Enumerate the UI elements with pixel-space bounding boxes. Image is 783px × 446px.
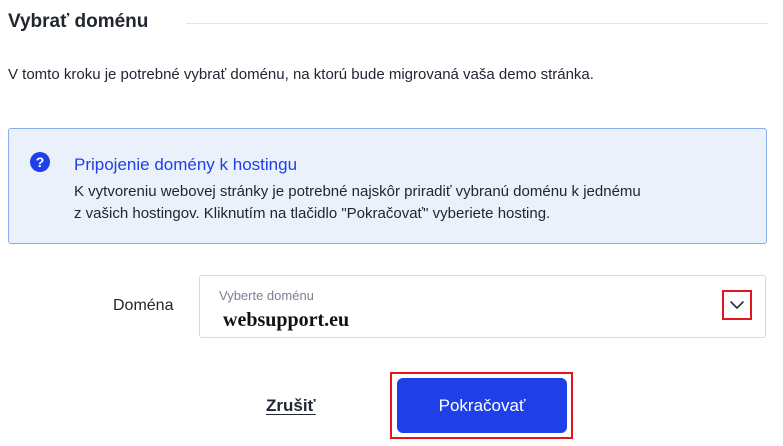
section-heading: Vybrať doménu [8,8,768,36]
info-body-line: K vytvoreniu webovej stránky je potrebné… [74,183,641,200]
info-box: ? Pripojenie domény k hostingu K vytvore… [8,128,767,244]
heading-divider [186,22,768,24]
continue-button[interactable]: Pokračovať [397,378,567,433]
domain-select-placeholder: Vyberte doménu [219,288,314,303]
cancel-button[interactable]: Zrušiť [266,396,316,416]
help-icon: ? [30,152,50,172]
question-mark-glyph: ? [36,154,45,170]
info-body: K vytvoreniu webovej stránky je potrebné… [74,181,754,225]
domain-label: Doména [113,297,174,314]
domain-selection-step: Vybrať doménu V tomto kroku je potrebné … [0,0,783,446]
chevron-down-icon [730,301,744,309]
page-title: Vybrať doménu [8,11,149,32]
info-title: Pripojenie domény k hostingu [74,155,298,174]
step-description: V tomto kroku je potrebné vybrať doménu,… [8,66,594,83]
domain-select-value: websupport.eu [223,309,350,331]
domain-select[interactable]: Vyberte doménu websupport.eu [199,275,766,338]
info-body-line: z vašich hostingov. Kliknutím na tlačidl… [74,205,551,222]
domain-select-toggle[interactable] [722,290,752,320]
svg-text:?: ? [36,154,45,170]
